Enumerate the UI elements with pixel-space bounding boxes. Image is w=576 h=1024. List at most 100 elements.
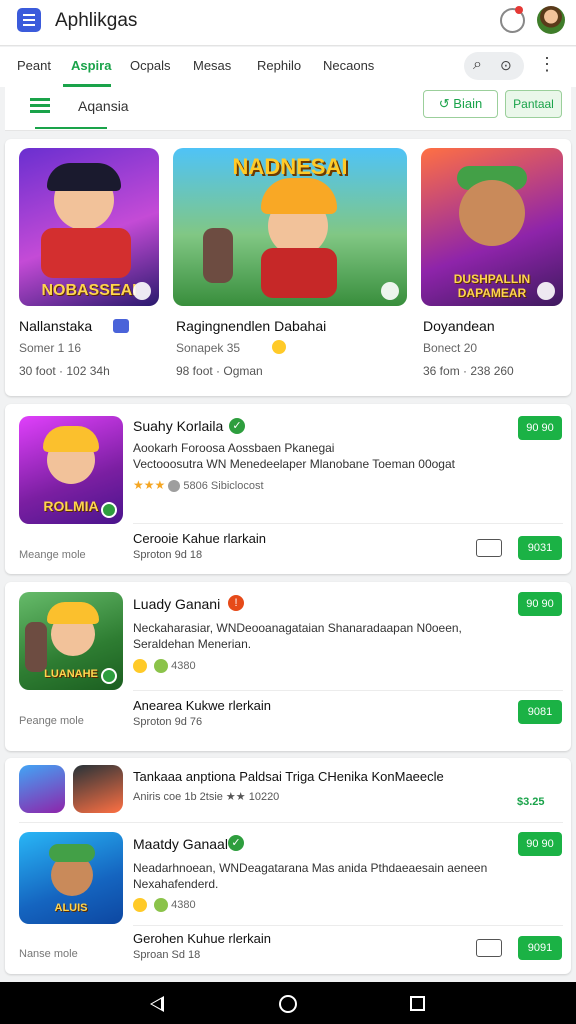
more-options-icon[interactable]: ⋮ (538, 54, 556, 75)
featured-meta-3: 36 fom · 238 260 (423, 364, 514, 378)
app-bar: Aphlikgas (0, 0, 576, 46)
list-item-desc-line1: Neadarhnoean, WNDeagatarana Mas anida Pt… (133, 861, 488, 875)
check-icon (101, 668, 117, 684)
tab-aspira[interactable]: Aspira (71, 58, 111, 73)
developer-avatar-icon (168, 480, 181, 493)
smiley-icon (133, 898, 147, 912)
list-item-note: Peange mole (19, 715, 84, 727)
loop-icon: ↺ (438, 96, 454, 111)
search-pill[interactable]: ⌕ ⊙ (464, 52, 524, 80)
list-thumb-2[interactable]: LUANAHE (19, 592, 123, 690)
character-icon (154, 659, 169, 673)
list-thumb-3[interactable]: ALUIS (19, 832, 123, 924)
sub-price-button[interactable]: 9031 (518, 536, 562, 560)
list-item-desc-line1: Neckaharasiar, WNDeooanagataian Shanarad… (133, 621, 462, 635)
system-nav-bar (0, 982, 576, 1024)
verified-icon: ✓ (228, 835, 244, 851)
rating-row: ★★★ 5806 Sibiclocost (133, 478, 264, 493)
list-item-desc-line2: Seraldehan Menerian. (133, 637, 252, 651)
rating-text: 4380 (171, 898, 196, 911)
home-icon[interactable] (279, 995, 297, 1013)
tab-mesas[interactable]: Mesas (193, 58, 231, 73)
featured-meta-2: 98 foot · Ogman (176, 364, 263, 378)
star-rating: ★★★ (133, 478, 166, 492)
play-badge-icon (537, 282, 555, 300)
bookmark-icon[interactable] (476, 539, 502, 557)
divider (133, 925, 563, 926)
sub-item-meta: Sproton 9d 76 (133, 716, 203, 728)
featured-art-2[interactable]: NADNESAI (173, 148, 407, 306)
list-item-desc-line1: Aookarh Foroosa Aossbaen Pkanegai (133, 441, 335, 455)
smiley-icon (133, 659, 147, 673)
warning-badge-icon: ! (228, 595, 244, 611)
recents-icon[interactable] (410, 996, 425, 1011)
soft-action-button[interactable]: Pantaal (505, 90, 562, 118)
tab-ocpals[interactable]: Ocpals (130, 58, 170, 73)
check-icon (101, 502, 117, 518)
editor-choice-icon (113, 319, 129, 333)
rating-text: 4380 (171, 659, 196, 672)
featured-sub-3: Bonect 20 (423, 341, 478, 355)
featured-name-1[interactable]: Nallanstaka (19, 318, 92, 334)
featured-name-3[interactable]: Doyandean (423, 318, 495, 334)
character-icon (154, 898, 169, 912)
featured-art-2-title: NADNESAI (232, 154, 348, 179)
back-icon[interactable] (150, 996, 164, 1012)
divider (133, 690, 563, 691)
emoji-icon (272, 340, 286, 354)
toolbar-label: Aqansia (78, 98, 129, 114)
tab-rephilo[interactable]: Rephilo (257, 58, 301, 73)
bundle-price[interactable]: $3.25 (517, 796, 545, 808)
verified-icon: ✓ (229, 418, 245, 434)
featured-name-2[interactable]: Ragingnendlen Dabahai (176, 318, 326, 334)
featured-sub-1: Somer 1 16 (19, 341, 82, 355)
notification-dot (515, 6, 523, 14)
sub-item-meta: Sproan Sd 18 (133, 949, 201, 961)
search-icon[interactable]: ⌕ (473, 56, 482, 74)
outline-button-label: Biain (453, 96, 483, 111)
divider (19, 822, 563, 823)
list-item-title[interactable]: Luady Ganani (133, 596, 220, 612)
play-badge-icon (381, 282, 399, 300)
sub-price-button[interactable]: 9081 (518, 700, 562, 724)
list-item-desc-line2: Vectooosutra WN Menedeelaper Mlanobane T… (133, 457, 455, 471)
bundle-title[interactable]: Tankaaa anptiona Paldsai Triga CHenika K… (133, 769, 444, 784)
toolbar-underline (35, 127, 107, 129)
divider (133, 523, 563, 524)
sub-item-title[interactable]: Anearea Kukwe rlerkain (133, 698, 271, 713)
list-thumb-1[interactable]: ROLMIA (19, 416, 123, 524)
toolbar: Aqansia ↺ Biain Pantaal (5, 87, 571, 131)
featured-art-1[interactable]: NOBASSEAI (19, 148, 159, 306)
bundle-meta: Aniris coe 1b 2tsie ★★ 10220 (133, 791, 280, 803)
list-item-title[interactable]: Suahy Korlaila (133, 418, 223, 434)
list-item-desc-line2: Nexahafenderd. (133, 877, 219, 891)
tab-necaons[interactable]: Necaons (323, 58, 374, 73)
play-badge-icon (133, 282, 151, 300)
menu-icon[interactable] (30, 98, 50, 114)
bookmark-icon[interactable] (476, 939, 502, 957)
price-button[interactable]: 90 90 (518, 832, 562, 856)
app-logo-icon[interactable] (17, 8, 41, 32)
list-item-note: Nanse mole (19, 948, 78, 960)
featured-meta-1: 30 foot · 102 34h (19, 364, 110, 378)
sub-item-title[interactable]: Cerooie Kahue rlarkain (133, 531, 266, 546)
featured-sub-2: Sonapek 35 (176, 341, 241, 355)
list-item-title[interactable]: Maatdy Ganaal (133, 836, 228, 852)
featured-art-3[interactable]: DUSHPALLIN DAPAMEAR (421, 148, 563, 306)
avatar[interactable] (537, 6, 565, 34)
outline-action-button[interactable]: ↺ Biain (423, 90, 498, 118)
sub-price-button[interactable]: 9091 (518, 936, 562, 960)
rating-text: 5806 Sibiclocost (183, 480, 264, 492)
bundle-thumb-2[interactable] (73, 765, 123, 813)
tab-peant[interactable]: Peant (17, 58, 51, 73)
price-button[interactable]: 90 90 (518, 592, 562, 616)
sub-item-title[interactable]: Gerohen Kuhue rlerkain (133, 931, 271, 946)
price-button[interactable]: 90 90 (518, 416, 562, 440)
app-title: Aphlikgas (55, 10, 138, 31)
zoom-icon[interactable]: ⊙ (500, 57, 512, 74)
list-thumb-3-label: ALUIS (54, 902, 88, 914)
bundle-thumb-1[interactable] (19, 765, 65, 813)
sub-item-meta: Sproton 9d 18 (133, 549, 203, 561)
rating-row: 4380 (133, 898, 196, 912)
rating-row: 4380 (133, 659, 196, 673)
